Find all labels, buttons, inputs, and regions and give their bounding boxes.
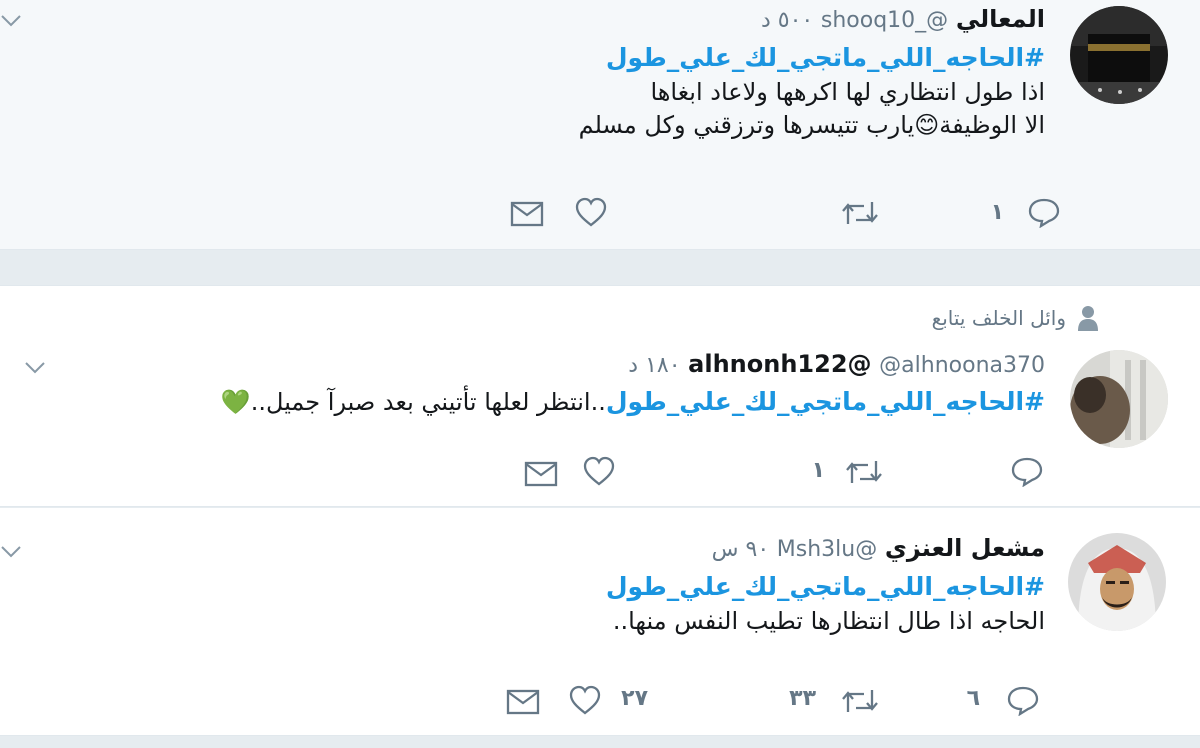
retweet-icon [842,202,878,224]
like-count: ٢٧ [621,686,648,711]
tweet-text-line: الحاجه اذا طال انتظارها تطيب النفس منها.… [612,607,1045,635]
reply-button[interactable] [1010,455,1044,487]
user-handle[interactable]: @Msh3lu [777,537,877,562]
timestamp[interactable]: ١٨٠ د [628,353,680,378]
social-context-text[interactable]: وائل الخلف يتابع [932,306,1066,330]
social-context: وائل الخلف يتابع [932,305,1100,331]
reply-count: ٦ [966,686,980,711]
chevron-down-icon[interactable] [0,14,22,28]
envelope-icon [506,689,540,715]
tweet-content: المعالي @_shooq10 ٥٠٠ د #الحاجه_اللي_مات… [579,4,1045,142]
chevron-down-icon[interactable] [0,545,22,559]
heart-icon [575,197,607,227]
timestamp[interactable]: ٩٠ س [712,537,770,562]
heart-icon [583,456,615,486]
display-name[interactable]: مشعل العنزي [885,534,1045,562]
reply-button[interactable] [1006,684,1040,716]
reply-count: ١ [990,199,1004,225]
avatar[interactable] [1070,350,1168,448]
retweet-button[interactable] [844,457,884,487]
like-button[interactable] [568,684,602,716]
retweet-count: ١ [811,458,825,483]
user-handle[interactable]: @alhnoona370 [879,353,1045,378]
tweet-header: مشعل العنزي @Msh3lu ٩٠ س [606,533,1045,565]
tweet-text: #الحاجه_اللي_ماتجي_لك_علي_طول..انتظر لعل… [221,385,1045,419]
heart-icon [569,685,601,715]
tweet-header: المعالي @_shooq10 ٥٠٠ د [579,4,1045,36]
tweet-text-line: اذا طول انتظاري لها اكرهها ولاعاد ابغاها [650,78,1045,106]
tweet-content: مشعل العنزي @Msh3lu ٩٠ س #الحاجه_اللي_ما… [606,533,1045,638]
retweet-button[interactable] [840,198,880,228]
reply-icon [1028,198,1059,228]
like-button[interactable] [582,455,616,487]
reply-button[interactable]: ١ [991,196,1059,228]
hashtag-link[interactable]: #الحاجه_اللي_ماتجي_لك_علي_طول [606,387,1045,416]
person-icon [1078,306,1098,331]
reply-icon [1007,686,1039,716]
tweet-1[interactable]: المعالي @_shooq10 ٥٠٠ د #الحاجه_اللي_مات… [0,0,1200,250]
direct-message-button[interactable] [524,460,558,488]
tweet-text-line: الا الوظيفة😊يارب تتيسرها وترزقني وكل مسل… [578,111,1045,139]
tweet-header: alhnonh122@ @alhnoona370 ١٨٠ د [221,349,1045,381]
timeline: المعالي @_shooq10 ٥٠٠ د #الحاجه_اللي_مات… [0,0,1200,748]
display-name[interactable]: المعالي [956,5,1045,33]
tweet-content: alhnonh122@ @alhnoona370 ١٨٠ د #الحاجه_ا… [221,349,1045,419]
display-name[interactable]: alhnonh122@ [688,350,871,378]
envelope-icon [510,201,544,227]
retweet-count: ٣٣ [789,686,816,711]
hashtag-link[interactable]: #الحاجه_اللي_ماتجي_لك_علي_طول [579,40,1045,76]
tweet-text-after: ..انتظر لعلها تأتيني بعد صبرآ جميل..💚 [220,388,606,416]
retweet-icon [846,461,882,483]
like-button[interactable] [574,196,608,228]
avatar[interactable] [1070,6,1168,104]
retweet-icon [842,690,878,712]
retweet-button[interactable] [840,686,880,716]
direct-message-button[interactable] [510,200,544,228]
reply-icon [1011,457,1043,487]
user-handle[interactable]: @_shooq10 [821,8,948,33]
direct-message-button[interactable] [506,688,540,716]
envelope-icon [524,461,558,487]
hashtag-link[interactable]: #الحاجه_اللي_ماتجي_لك_علي_طول [606,569,1045,605]
avatar[interactable] [1068,533,1166,631]
chevron-down-icon[interactable] [24,361,46,375]
timestamp[interactable]: ٥٠٠ د [761,8,813,33]
